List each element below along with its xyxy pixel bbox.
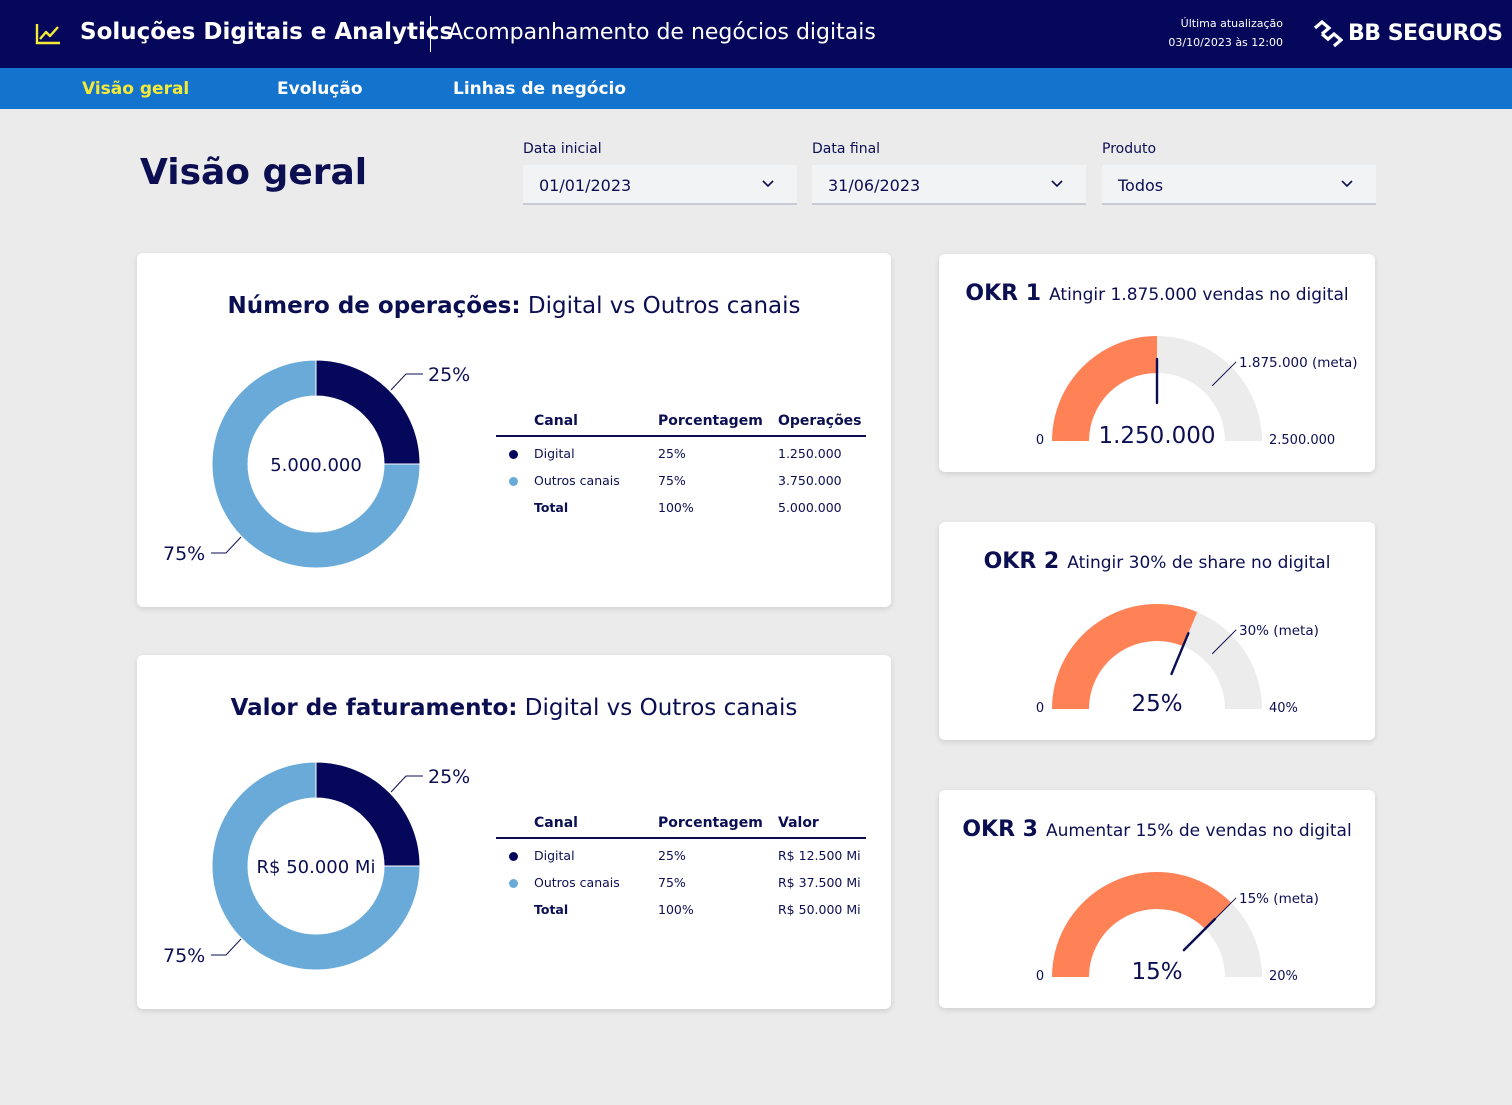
gauge-max-label: 40% [1269,701,1298,716]
title-divider [430,16,431,52]
digital-percent-label: 25% [428,766,470,788]
outros-leader-line [211,536,242,554]
top-bar: Soluções Digitais e Analytics Acompanham… [0,0,1512,68]
okr-1-gauge: 1.875.000 (meta) 0 2.500.000 1.250.000 [1036,336,1358,449]
chevron-down-icon [762,180,774,188]
tab-evolucao[interactable]: Evolução [277,79,363,99]
table-row: Digital 25% R$ 12.500 Mi [496,848,866,868]
digital-legend-dot [509,852,518,861]
start-date-select[interactable]: 01/01/2023 [523,165,797,205]
digital-legend-dot [509,450,518,459]
page-title: Visão geral [140,152,368,193]
table-cell: 25% [658,848,686,863]
okr-3-card: OKR 3 Aumentar 15% de vendas no digital 1… [939,790,1375,1008]
product-value: Todos [1118,176,1164,195]
table-row: Outros canais 75% 3.750.000 [496,473,866,493]
filter-label-product: Produto [1102,141,1157,157]
last-update-value: 03/10/2023 às 12:00 [1168,36,1283,49]
bb-logo-icon [1313,19,1343,48]
table-row: Digital 25% 1.250.000 [496,446,866,466]
nav-bar: Visão geral Evolução Linhas de negócio [0,68,1512,109]
column-header: Canal [534,815,578,831]
gauge-target-label: 1.875.000 (meta) [1239,355,1358,371]
table-cell: Digital [534,446,575,461]
start-date-value: 01/01/2023 [539,176,632,195]
gauge-value-label: 1.250.000 [1098,423,1215,449]
table-cell: 75% [658,875,686,890]
table-cell: Total [534,500,569,515]
gauge-max-label: 2.500.000 [1269,433,1335,448]
table-cell: Outros canais [534,473,620,488]
column-header: Porcentagem [658,413,763,429]
table-cell: Outros canais [534,875,620,890]
table-cell: 75% [658,473,686,488]
end-date-select[interactable]: 31/06/2023 [812,165,1086,205]
table-cell: Total [534,902,569,917]
outros-leader-line [211,938,242,956]
product-select[interactable]: Todos [1102,165,1376,205]
chevron-down-icon [1341,180,1353,188]
filter-label-start-date: Data inicial [523,141,602,157]
revenue-card: Valor de faturamento: Digital vs Outros … [137,655,891,1009]
column-header: Operações [778,413,862,429]
table-cell: 5.000.000 [778,500,842,515]
last-update-label: Última atualização [1180,17,1283,30]
gauge-min-label: 0 [1036,969,1044,984]
outros-legend-dot [509,477,518,486]
donut-center-total: R$ 50.000 Mi [257,857,376,878]
table-cell: 100% [658,902,694,917]
table-header: Canal Porcentagem Operações [496,411,866,437]
table-cell: R$ 12.500 Mi [778,848,861,863]
outros-legend-dot [509,879,518,888]
okr-3-gauge: 15% (meta) 0 20% 15% [1036,872,1319,985]
gauge-value-label: 25% [1131,691,1182,717]
table-header: Canal Porcentagem Valor [496,813,866,839]
okr-1-card: OKR 1 Atingir 1.875.000 vendas no digital… [939,254,1375,472]
table-cell: 1.250.000 [778,446,842,461]
end-date-value: 31/06/2023 [828,176,921,195]
digital-percent-label: 25% [428,364,470,386]
gauge-min-label: 0 [1036,433,1044,448]
operations-card: Número de operações: Digital vs Outros c… [137,253,891,607]
gauge-min-label: 0 [1036,701,1044,716]
table-cell: 100% [658,500,694,515]
gauge-target-label: 30% (meta) [1239,623,1319,639]
column-header: Canal [534,413,578,429]
table-cell: 3.750.000 [778,473,842,488]
column-header: Valor [778,815,819,831]
okr-2-card: OKR 2 Atingir 30% de share no digital 30%… [939,522,1375,740]
donut-center-total: 5.000.000 [270,455,362,476]
table-row: Outros canais 75% R$ 37.500 Mi [496,875,866,895]
app-subtitle: Acompanhamento de negócios digitais [448,20,876,45]
chevron-down-icon [1051,180,1063,188]
table-cell: R$ 50.000 Mi [778,902,861,917]
brand-logo-text: BB SEGUROS [1348,21,1503,46]
outros-percent-label: 75% [163,945,205,967]
table-cell: Digital [534,848,575,863]
line-chart-icon [35,24,60,45]
tab-linhas-de-negocio[interactable]: Linhas de negócio [453,79,626,99]
column-header: Porcentagem [658,815,763,831]
gauge-target-label: 15% (meta) [1239,891,1319,907]
tab-visao-geral[interactable]: Visão geral [82,79,189,99]
digital-leader-line [390,373,423,391]
gauge-value-label: 15% [1131,959,1182,985]
table-row-total: Total 100% R$ 50.000 Mi [496,902,866,922]
table-row-total: Total 100% 5.000.000 [496,500,866,520]
table-cell: 25% [658,446,686,461]
okr-2-gauge: 30% (meta) 0 40% 25% [1036,604,1319,717]
gauge-max-label: 20% [1269,969,1298,984]
digital-leader-line [390,775,423,793]
filter-label-end-date: Data final [812,141,881,157]
app-title: Soluções Digitais e Analytics [80,19,454,45]
outros-percent-label: 75% [163,543,205,565]
table-cell: R$ 37.500 Mi [778,875,861,890]
